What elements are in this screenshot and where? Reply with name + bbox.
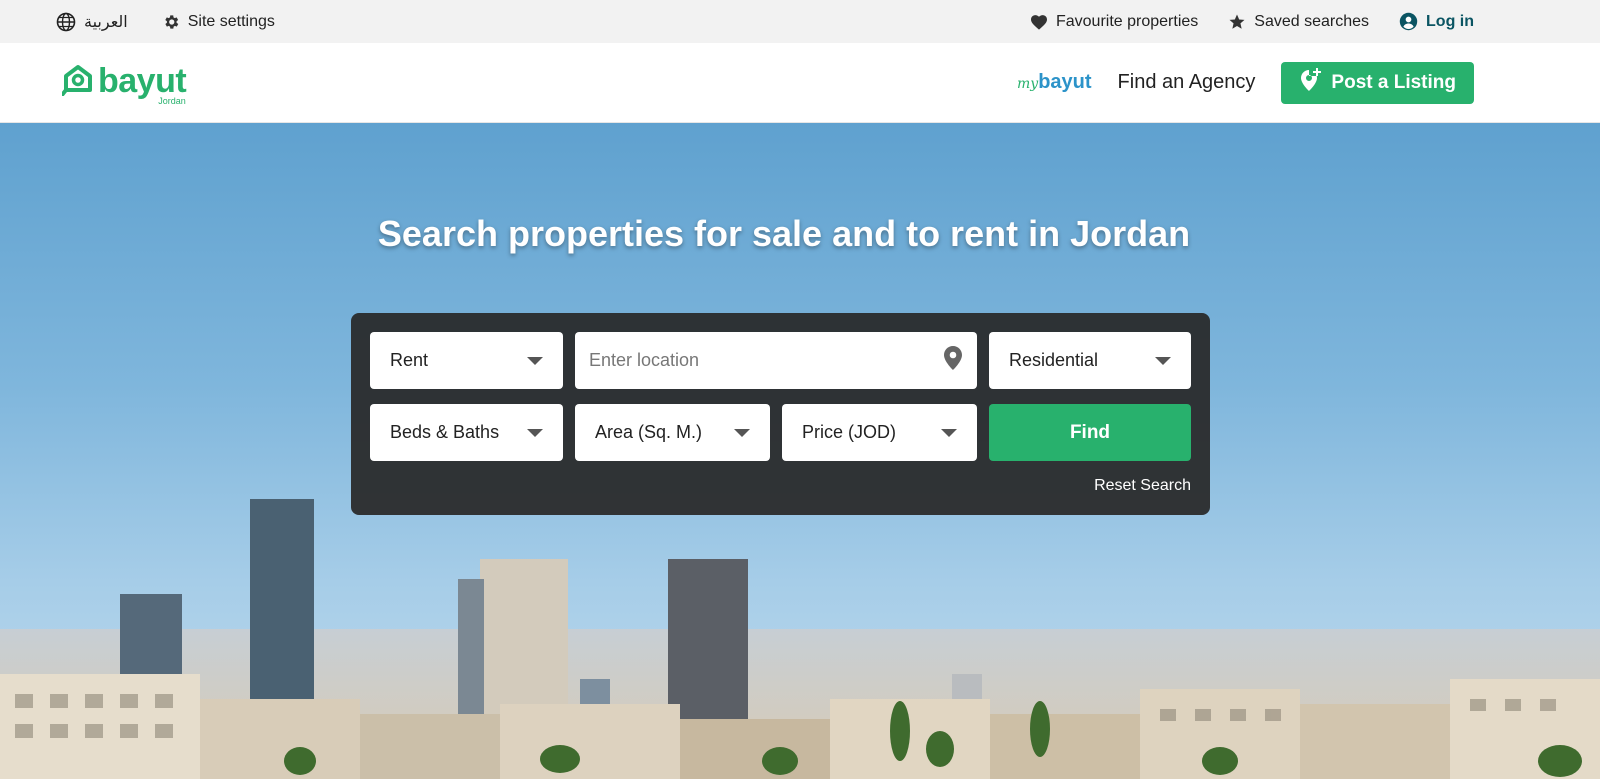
saved-searches-label: Saved searches <box>1254 12 1370 30</box>
login-label: Log in <box>1426 12 1474 30</box>
caret-down-icon <box>734 428 750 437</box>
top-utility-bar: العربية Site settings Favourite properti… <box>0 0 1600 43</box>
search-panel: Rent Residential Beds & Baths Area (Sq. … <box>351 313 1210 515</box>
hero-section: Search properties for sale and to rent i… <box>0 123 1600 779</box>
favourite-properties-label: Favourite properties <box>1055 12 1199 30</box>
topbar-right-group: Favourite properties Saved searches Log … <box>1000 12 1474 31</box>
beds-baths-dropdown[interactable]: Beds & Baths <box>370 404 563 461</box>
star-icon <box>1228 13 1246 31</box>
language-switcher[interactable]: العربية <box>56 12 128 32</box>
caret-down-icon <box>1155 356 1171 365</box>
search-row-primary: Rent Residential <box>370 332 1191 389</box>
hero-title: Search properties for sale and to rent i… <box>377 213 1191 254</box>
price-dropdown[interactable]: Price (JOD) <box>782 404 977 461</box>
beds-baths-label: Beds & Baths <box>390 422 500 442</box>
find-agency-link[interactable]: Find an Agency <box>1118 71 1256 94</box>
site-settings-link[interactable]: Site settings <box>162 13 275 31</box>
area-label: Area (Sq. M.) <box>595 422 703 442</box>
post-listing-icon <box>1299 67 1322 98</box>
saved-searches-link[interactable]: Saved searches <box>1228 13 1369 31</box>
purpose-dropdown[interactable]: Rent <box>370 332 563 389</box>
logo-country: Jordan <box>158 96 186 106</box>
caret-down-icon <box>941 428 957 437</box>
reset-search-link[interactable]: Reset Search <box>1094 477 1191 495</box>
mybayut-link[interactable]: my bayut <box>1017 71 1092 94</box>
heart-icon <box>1030 14 1048 30</box>
category-dropdown[interactable]: Residential <box>989 332 1191 389</box>
location-pin-icon <box>943 345 963 376</box>
logo-wordmark: bayut <box>98 62 187 100</box>
search-row-filters: Beds & Baths Area (Sq. M.) Price (JOD) F… <box>370 404 1191 461</box>
language-label: العربية <box>84 13 128 31</box>
favourite-properties-link[interactable]: Favourite properties <box>1030 13 1198 31</box>
caret-down-icon <box>527 428 543 437</box>
globe-icon <box>56 12 76 32</box>
post-listing-label: Post a Listing <box>1331 71 1456 93</box>
header-actions: my bayut Find an Agency Post a Listing <box>1017 61 1474 104</box>
purpose-value: Rent <box>390 350 429 370</box>
main-header: bayut Jordan my bayut Find an Agency Pos… <box>0 43 1600 123</box>
gear-icon <box>162 13 180 31</box>
user-circle-icon <box>1399 12 1418 31</box>
location-input[interactable] <box>589 350 909 371</box>
mybayut-brand: bayut <box>1038 71 1092 93</box>
mybayut-my: my <box>1017 76 1039 92</box>
bayut-logo[interactable]: bayut Jordan <box>60 62 216 106</box>
category-value: Residential <box>1009 350 1099 370</box>
topbar-left-group: العربية Site settings <box>56 12 309 32</box>
area-dropdown[interactable]: Area (Sq. M.) <box>575 404 770 461</box>
price-label: Price (JOD) <box>802 422 896 442</box>
post-listing-button[interactable]: Post a Listing <box>1281 61 1474 104</box>
location-field[interactable] <box>575 332 977 389</box>
city-skyline-image <box>0 499 1600 779</box>
site-settings-label: Site settings <box>187 12 275 30</box>
find-button[interactable]: Find <box>989 404 1191 461</box>
logo-house-icon <box>60 64 96 101</box>
caret-down-icon <box>527 356 543 365</box>
login-link[interactable]: Log in <box>1399 12 1474 31</box>
